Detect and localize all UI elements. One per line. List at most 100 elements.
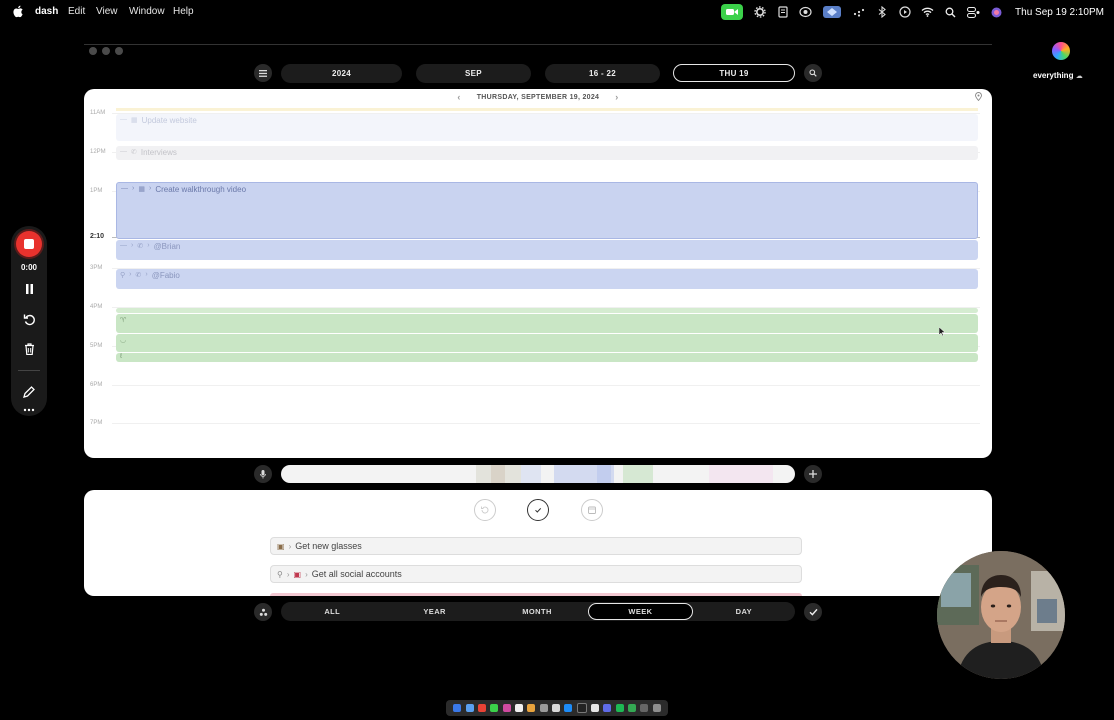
- airdrop-icon[interactable]: [799, 6, 812, 19]
- trash-icon[interactable]: [652, 704, 661, 712]
- safari-icon[interactable]: [465, 704, 474, 712]
- menu-edit[interactable]: Edit: [68, 6, 85, 17]
- event-brian[interactable]: — › ✆ › @Brian: [116, 240, 978, 260]
- facetime-icon[interactable]: [721, 4, 744, 20]
- toolbar-divider: [18, 370, 40, 371]
- calendar-app-icon[interactable]: [514, 704, 523, 712]
- spotify-icon[interactable]: [615, 704, 624, 712]
- task-item[interactable]: ⚲ › ▣ › Get all social accounts: [270, 565, 802, 583]
- webcam-overlay[interactable]: [937, 551, 1065, 679]
- view-week-button[interactable]: WEEK: [588, 603, 693, 620]
- filter-button[interactable]: [254, 603, 272, 621]
- app-icon[interactable]: [603, 704, 612, 712]
- zoom-window-button[interactable]: [115, 47, 123, 55]
- photos-icon[interactable]: [502, 704, 511, 712]
- menu-window[interactable]: Window: [129, 6, 165, 17]
- task-item-partial[interactable]: [270, 593, 802, 596]
- event-green-block[interactable]: [116, 308, 978, 313]
- document-icon[interactable]: [776, 6, 789, 19]
- view-all-button[interactable]: ALL: [281, 602, 383, 621]
- bluetooth-icon[interactable]: [875, 6, 888, 19]
- wifi-icon[interactable]: [921, 6, 934, 19]
- task-item[interactable]: ▣ › Get new glasses: [270, 537, 802, 555]
- pause-button[interactable]: [22, 282, 36, 296]
- settings-app-icon[interactable]: [539, 704, 548, 712]
- restart-icon: [23, 314, 35, 325]
- hour-label: 4PM: [90, 304, 103, 310]
- restart-button[interactable]: [22, 312, 36, 326]
- week-selector[interactable]: 16 - 22: [545, 64, 660, 83]
- tab-history[interactable]: [474, 499, 496, 521]
- menu-help[interactable]: Help: [173, 6, 194, 17]
- terminal-icon[interactable]: [576, 703, 587, 713]
- vpn-icon[interactable]: [822, 6, 842, 19]
- control-center-icon[interactable]: [967, 6, 980, 19]
- app-icon[interactable]: [551, 704, 560, 712]
- everything-logo-icon[interactable]: [1052, 42, 1070, 60]
- view-year-button[interactable]: YEAR: [383, 602, 485, 621]
- year-selector[interactable]: 2024: [281, 64, 402, 83]
- month-selector[interactable]: SEP: [416, 64, 531, 83]
- menu-view[interactable]: View: [96, 6, 118, 17]
- delete-recording-button[interactable]: [22, 342, 36, 356]
- stop-recording-button[interactable]: [16, 231, 42, 257]
- close-window-button[interactable]: [89, 47, 97, 55]
- event-create-walkthrough-video[interactable]: — › ▦ › Create walkthrough video: [116, 182, 978, 239]
- event-title: Update website: [141, 116, 197, 125]
- status-icons: Thu Sep 19 2:10PM: [721, 3, 1104, 21]
- microphone-button[interactable]: [254, 465, 272, 483]
- minimize-window-button[interactable]: [102, 47, 110, 55]
- workspace-label[interactable]: everything ☁: [1033, 71, 1083, 80]
- view-switcher: ALL YEAR MONTH WEEK DAY: [281, 602, 795, 621]
- chrome-icon[interactable]: [477, 704, 486, 712]
- next-day-button[interactable]: ›: [605, 92, 628, 102]
- app-store-icon[interactable]: [564, 704, 573, 712]
- event-green-block[interactable]: ◡: [116, 334, 978, 352]
- search-icon: [809, 69, 817, 77]
- photo-icon: ▣: [277, 541, 285, 551]
- siri-icon[interactable]: [990, 6, 1003, 19]
- app-icon[interactable]: [590, 704, 599, 712]
- view-month-button[interactable]: MONTH: [486, 602, 588, 621]
- notes-icon[interactable]: [527, 704, 536, 712]
- confirm-button[interactable]: [804, 603, 822, 621]
- tasks-panel: ▣ › Get new glasses ⚲ › ▣ › Get all soci…: [84, 490, 992, 596]
- previous-day-button[interactable]: ‹: [447, 92, 470, 102]
- finder-icon[interactable]: [453, 704, 462, 712]
- menu-button[interactable]: [254, 64, 272, 82]
- event-interviews[interactable]: — ✆ Interviews: [116, 146, 978, 160]
- event-fabio[interactable]: ⚲ › ✆ › @Fabio: [116, 269, 978, 289]
- timeline-segment: [709, 465, 773, 483]
- search-icon[interactable]: [944, 6, 957, 19]
- add-button[interactable]: [804, 465, 822, 483]
- apple-icon[interactable]: [12, 5, 24, 18]
- timeline-scrubber[interactable]: [281, 465, 795, 483]
- day-selector[interactable]: THU 19: [673, 64, 795, 82]
- gear-icon[interactable]: [753, 6, 766, 19]
- dots-icon[interactable]: [852, 6, 865, 19]
- current-time-label: 2:10: [90, 233, 105, 240]
- hour-label: 11AM: [90, 110, 106, 116]
- cloud-icon: ☁: [1075, 73, 1083, 80]
- drag-handle-icon: —: [120, 148, 127, 155]
- app-icon[interactable]: [640, 704, 649, 712]
- tab-calendar[interactable]: [581, 499, 603, 521]
- chevron-right-icon: ›: [286, 569, 290, 579]
- app-icon[interactable]: [627, 704, 636, 712]
- messages-icon[interactable]: [490, 704, 499, 712]
- more-options-button[interactable]: [22, 407, 36, 413]
- event-green-block[interactable]: ♈: [116, 314, 978, 333]
- event-green-block[interactable]: ℓ: [116, 353, 978, 362]
- chevron-right-icon: ›: [147, 242, 150, 249]
- event-update-website[interactable]: — ▦ Update website: [116, 114, 978, 141]
- menubar-clock[interactable]: Thu Sep 19 2:10PM: [1015, 7, 1104, 18]
- view-day-button[interactable]: DAY: [693, 602, 795, 621]
- stop-icon: [24, 239, 34, 249]
- draw-button[interactable]: [22, 385, 36, 399]
- location-pin-icon[interactable]: [975, 92, 982, 101]
- play-icon[interactable]: [898, 6, 911, 19]
- search-button[interactable]: [804, 64, 822, 82]
- menu-app-name[interactable]: dash: [35, 6, 58, 17]
- tab-tasks[interactable]: [527, 499, 549, 521]
- chevron-right-icon: ›: [131, 242, 134, 249]
